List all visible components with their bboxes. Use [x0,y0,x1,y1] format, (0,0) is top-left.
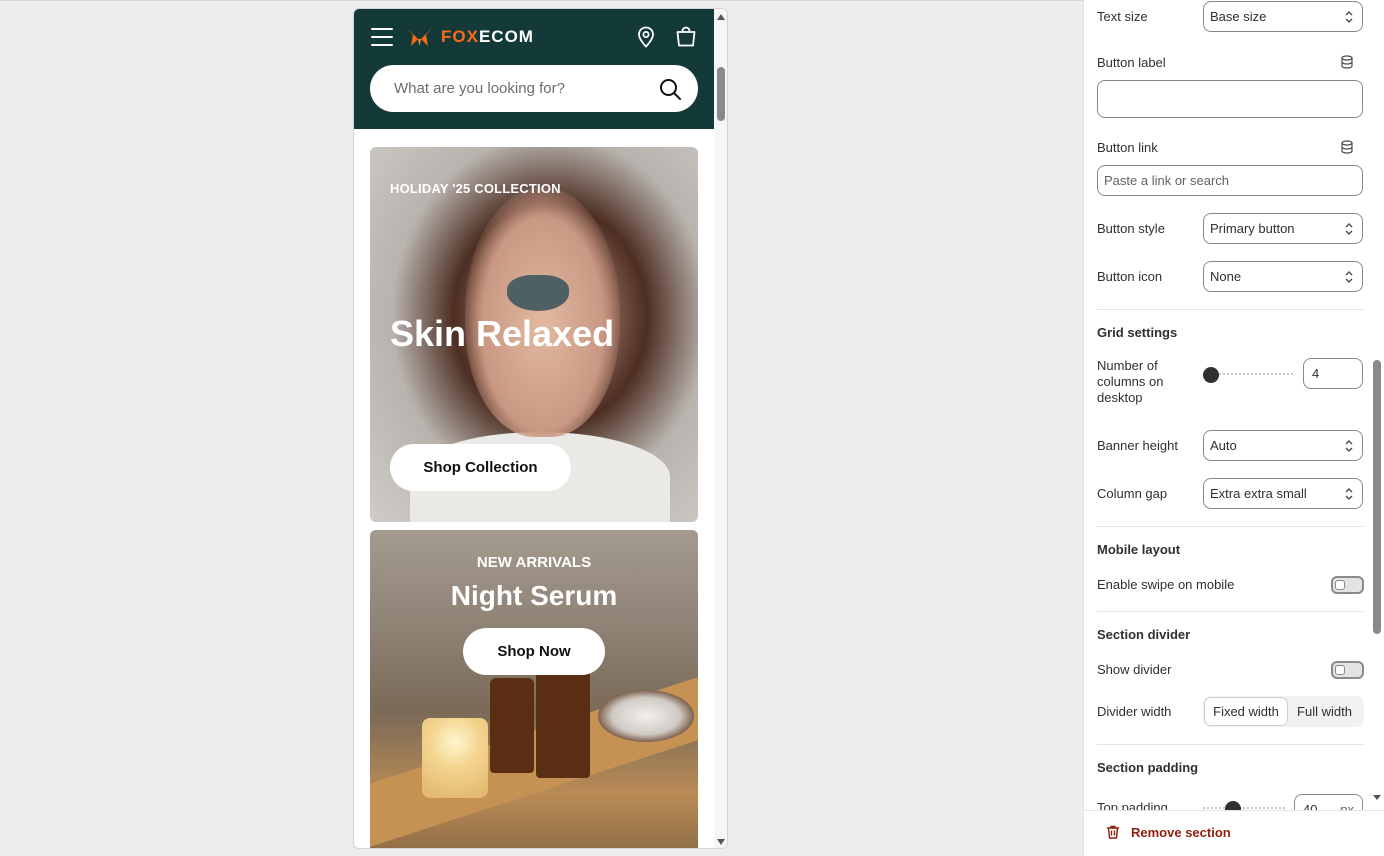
store-search-bar [370,65,698,112]
button-icon-select[interactable]: None [1203,261,1363,292]
toggle-knob [1335,665,1345,675]
text-size-label: Text size [1097,9,1148,24]
button-icon-label: Button icon [1097,269,1163,284]
slider-knob[interactable] [1203,367,1219,383]
shop-collection-button[interactable]: Shop Collection [390,444,571,491]
section-separator [1097,526,1363,527]
banner-height-label: Banner height [1097,438,1178,453]
slider-track [1203,807,1285,809]
scroll-thumb[interactable] [1373,360,1381,634]
select-chevron-icon [1345,440,1353,452]
banner-image-nose-strip [507,275,569,311]
fox-logo-icon [407,28,432,46]
banner-image-bottle [490,678,534,773]
columns-number-input[interactable] [1303,358,1363,389]
section-settings-panel: Text size Base size Button label Button … [1083,0,1384,856]
button-style-select[interactable]: Primary button [1203,213,1363,244]
banner-kicker: NEW ARRIVALS [476,554,592,571]
select-chevron-icon [1345,488,1353,500]
section-divider-heading: Section divider [1097,627,1191,642]
button-style-label: Button style [1097,221,1165,236]
store-search-input[interactable] [394,80,658,97]
button-link-input[interactable] [1097,165,1363,196]
store-brand-name: FOXECOM [441,27,534,46]
location-pin-icon[interactable] [634,25,658,49]
divider-width-label: Divider width [1097,704,1172,719]
button-label-label: Button label [1097,55,1166,70]
columns-slider[interactable] [1203,367,1295,383]
banner-title: Night Serum [450,580,618,611]
search-icon[interactable] [658,77,682,101]
remove-section-label: Remove section [1131,824,1231,840]
mobile-layout-heading: Mobile layout [1097,542,1181,557]
banner-image-salt-bowl [598,690,694,742]
banner-height-value: Auto [1210,438,1237,453]
button-icon-value: None [1210,269,1242,284]
settings-footer: Remove section [1084,810,1384,856]
store-logo[interactable]: FOXECOM [406,25,534,49]
text-size-value: Base size [1210,9,1267,24]
dynamic-source-icon[interactable] [1340,140,1354,154]
shop-now-button[interactable]: Shop Now [463,628,605,675]
select-chevron-icon [1345,223,1353,235]
toggle-knob [1335,580,1345,590]
storefront-preview: FOXECOM HOLIDAY '25 COLLECTION Skin Rela… [353,8,728,849]
banner-image-candle [422,718,488,798]
show-divider-toggle[interactable] [1331,661,1364,679]
scroll-down-icon[interactable] [1373,795,1381,800]
banner-image-bottle [536,668,590,778]
select-chevron-icon [1345,11,1353,23]
banner-image-face [465,187,620,437]
fixed-width-option[interactable]: Fixed width [1205,698,1287,725]
trash-icon [1107,825,1119,839]
section-padding-heading: Section padding [1097,760,1199,775]
scroll-down-icon[interactable] [717,839,725,845]
dynamic-source-icon[interactable] [1340,55,1354,69]
banner-kicker: HOLIDAY '25 COLLECTION [390,181,561,196]
store-header: FOXECOM [354,9,714,129]
select-chevron-icon [1345,271,1353,283]
columns-desktop-label: Number of columns on desktop [1097,358,1164,405]
section-separator [1097,744,1363,745]
grid-settings-heading: Grid settings [1097,325,1178,340]
shopping-bag-icon[interactable] [674,25,698,49]
preview-scrollbar[interactable] [714,9,727,848]
banner-holiday-collection: HOLIDAY '25 COLLECTION Skin Relaxed Shop… [370,147,698,522]
banner-height-select[interactable]: Auto [1203,430,1363,461]
section-separator [1097,611,1363,612]
text-size-select[interactable]: Base size [1203,1,1363,32]
button-link-label: Button link [1097,140,1158,155]
divider-width-segmented: Fixed width Full width [1203,696,1364,727]
full-width-option[interactable]: Full width [1287,698,1362,725]
menu-icon[interactable] [371,28,393,46]
scroll-up-icon[interactable] [717,14,725,20]
section-separator [1097,309,1363,310]
scroll-thumb[interactable] [717,67,725,121]
enable-swipe-toggle[interactable] [1331,576,1364,594]
column-gap-select[interactable]: Extra extra small [1203,478,1363,509]
button-label-input[interactable] [1097,80,1363,118]
show-divider-label: Show divider [1097,662,1172,677]
banner-new-arrivals: NEW ARRIVALS Night Serum Shop Now [370,530,698,848]
settings-scrollbar[interactable] [1371,0,1384,812]
button-style-value: Primary button [1210,221,1295,236]
banner-title: Skin Relaxed [390,313,615,354]
enable-swipe-label: Enable swipe on mobile [1097,577,1235,592]
column-gap-value: Extra extra small [1210,486,1307,501]
remove-section-button[interactable]: Remove section [1105,824,1231,840]
column-gap-label: Column gap [1097,486,1168,501]
